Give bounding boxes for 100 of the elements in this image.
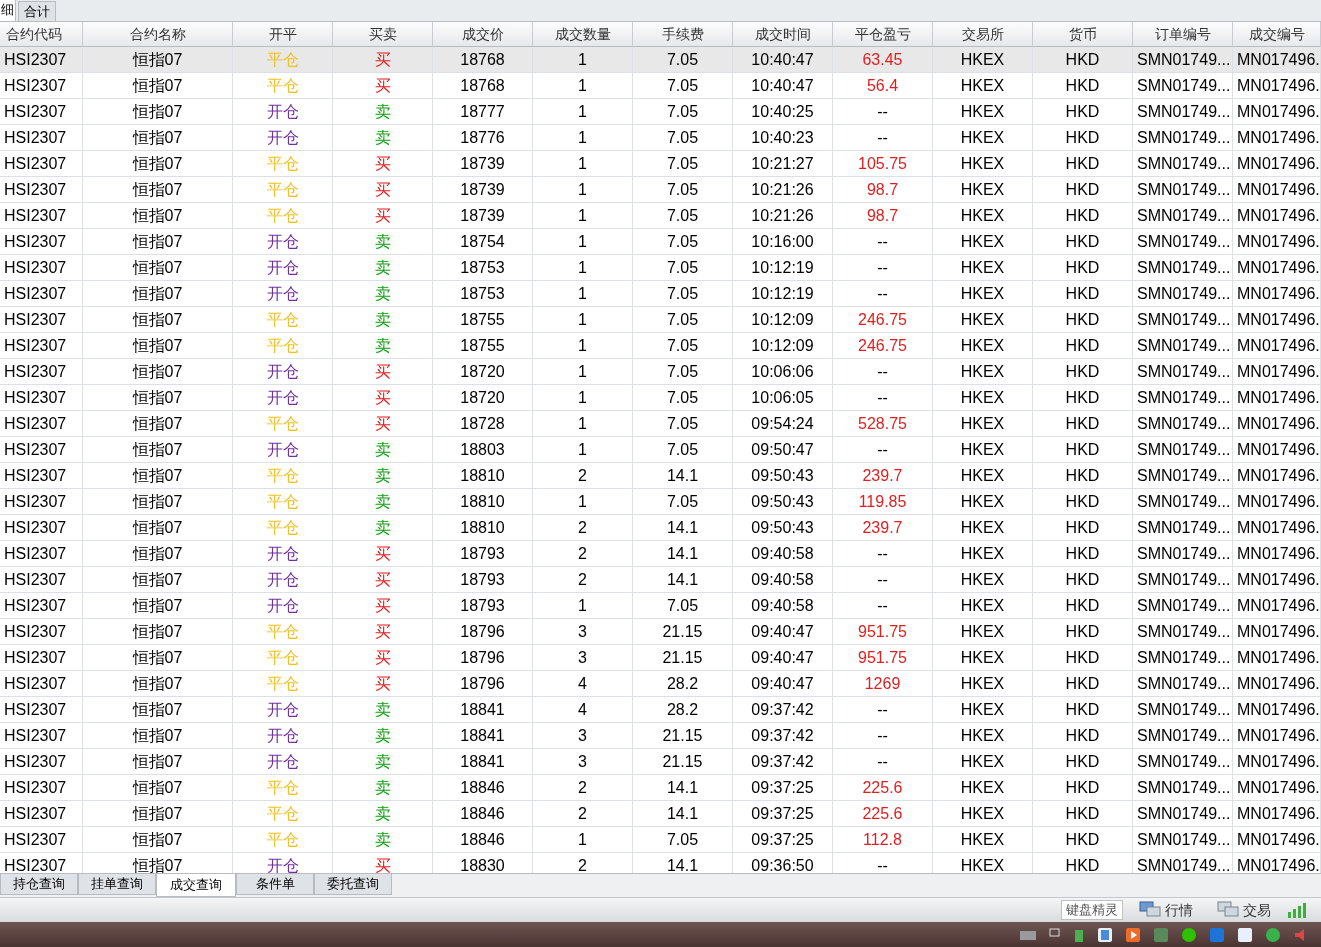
table-cell: HKD: [1033, 411, 1133, 436]
quotes-button[interactable]: 行情: [1165, 899, 1193, 921]
table-cell: 开仓: [233, 125, 333, 150]
table-cell: HSI2307: [0, 801, 83, 826]
table-cell: SMN01749...: [1133, 671, 1233, 696]
table-cell: HKD: [1033, 73, 1133, 98]
table-cell: SMN01749...: [1133, 125, 1233, 150]
table-cell: MN017496.: [1233, 151, 1321, 176]
table-cell: 买: [333, 593, 433, 618]
tab[interactable]: 合计: [18, 1, 56, 21]
table-cell: 2: [533, 541, 633, 566]
table-cell: SMN01749...: [1133, 385, 1233, 410]
table-cell: SMN01749...: [1133, 333, 1233, 358]
table-cell: MN017496.: [1233, 177, 1321, 202]
table-cell: HKD: [1033, 333, 1133, 358]
app-icon[interactable]: [1237, 926, 1253, 943]
table-cell: 18841: [433, 697, 533, 722]
table-cell: 买: [333, 73, 433, 98]
table-cell: HSI2307: [0, 385, 83, 410]
table-cell: 平仓: [233, 619, 333, 644]
table-cell: SMN01749...: [1133, 723, 1233, 748]
tab[interactable]: 条件单: [236, 874, 314, 895]
table-cell: 1269: [833, 671, 933, 696]
table-cell: 3: [533, 619, 633, 644]
table-cell: 09:50:43: [733, 489, 833, 514]
table-cell: --: [833, 437, 933, 462]
table-cell: HSI2307: [0, 333, 83, 358]
table-cell: 平仓: [233, 489, 333, 514]
table-cell: MN017496.: [1233, 697, 1321, 722]
table-cell: 246.75: [833, 333, 933, 358]
table-cell: HKD: [1033, 567, 1133, 592]
table-cell: 恒指07: [83, 541, 233, 566]
table-cell: HKEX: [933, 229, 1033, 254]
table-cell: 1: [533, 203, 633, 228]
table-cell: SMN01749...: [1133, 73, 1233, 98]
table-cell: 恒指07: [83, 749, 233, 774]
app-icon[interactable]: [1097, 926, 1113, 943]
table-cell: 09:40:58: [733, 593, 833, 618]
app-icon[interactable]: [1265, 926, 1281, 943]
table-cell: 21.15: [633, 645, 733, 670]
table-cell: 18796: [433, 671, 533, 696]
table-cell: 平仓: [233, 47, 333, 72]
table-cell: HKEX: [933, 281, 1033, 306]
table-cell: 7.05: [633, 203, 733, 228]
table-cell: 18793: [433, 567, 533, 592]
table-cell: 开仓: [233, 229, 333, 254]
table-cell: MN017496.: [1233, 775, 1321, 800]
table-cell: --: [833, 541, 933, 566]
selected-row[interactable]: HSI2307 恒指07 平仓 买 18768 1 7.05 10:40:47 63.45 HKEX HKD SMN01749... MN017496.: [0, 47, 1321, 73]
table-cell: HSI2307: [0, 541, 83, 566]
table-cell: HKEX: [933, 723, 1033, 748]
table-cell: 10:40:23: [733, 125, 833, 150]
table-cell: 卖: [333, 333, 433, 358]
table-cell: SMN01749...: [1133, 749, 1233, 774]
table-cell: 恒指07: [83, 281, 233, 306]
table-cell: HKD: [1033, 463, 1133, 488]
table-cell: 7.05: [633, 229, 733, 254]
table-cell: 7.05: [633, 827, 733, 852]
table-cell: 平仓: [233, 775, 333, 800]
tab[interactable]: 成交查询: [156, 874, 236, 897]
table-cell: 3: [533, 749, 633, 774]
table-cell: 1: [533, 437, 633, 462]
table-cell: 买: [333, 177, 433, 202]
table-cell: 63.45: [833, 47, 933, 72]
tab[interactable]: 挂单查询: [78, 874, 156, 895]
table-cell: 恒指07: [83, 515, 233, 540]
table-cell: HKEX: [933, 671, 1033, 696]
table-cell: 恒指07: [83, 463, 233, 488]
table-cell: 18768: [433, 47, 533, 72]
table-cell: HKD: [1033, 515, 1133, 540]
table-cell: 平仓: [233, 73, 333, 98]
tab[interactable]: 持仓查询: [0, 874, 78, 895]
table-cell: MN017496.: [1233, 619, 1321, 644]
chat-icon[interactable]: [1181, 926, 1197, 943]
table-cell: HSI2307: [0, 827, 83, 852]
keyboard-icon[interactable]: [1019, 928, 1037, 941]
table-cell: HSI2307: [0, 307, 83, 332]
table-cell: 18720: [433, 359, 533, 384]
table-cell: HKEX: [933, 827, 1033, 852]
table-cell: HKD: [1033, 359, 1133, 384]
table-cell: SMN01749...: [1133, 463, 1233, 488]
table-cell: SMN01749...: [1133, 489, 1233, 514]
table-cell: SMN01749...: [1133, 411, 1233, 436]
table-cell: HKD: [1033, 489, 1133, 514]
tab[interactable]: 委托查询: [314, 874, 392, 895]
play-icon[interactable]: [1125, 926, 1141, 943]
table-cell: HSI2307: [0, 125, 83, 150]
table-cell: 卖: [333, 463, 433, 488]
table-cell: 951.75: [833, 645, 933, 670]
tab[interactable]: 细: [0, 0, 16, 21]
table-cell: 恒指07: [83, 73, 233, 98]
table-cell: 恒指07: [83, 125, 233, 150]
keyboard-wizard-field[interactable]: 键盘精灵: [1061, 900, 1123, 920]
table-cell: 买: [333, 645, 433, 670]
trading-button[interactable]: 交易: [1243, 899, 1271, 921]
table-cell: HKD: [1033, 723, 1133, 748]
table-cell: SMN01749...: [1133, 203, 1233, 228]
table-cell: --: [833, 281, 933, 306]
table-cell: MN017496.: [1233, 671, 1321, 696]
table-cell: HKEX: [933, 151, 1033, 176]
